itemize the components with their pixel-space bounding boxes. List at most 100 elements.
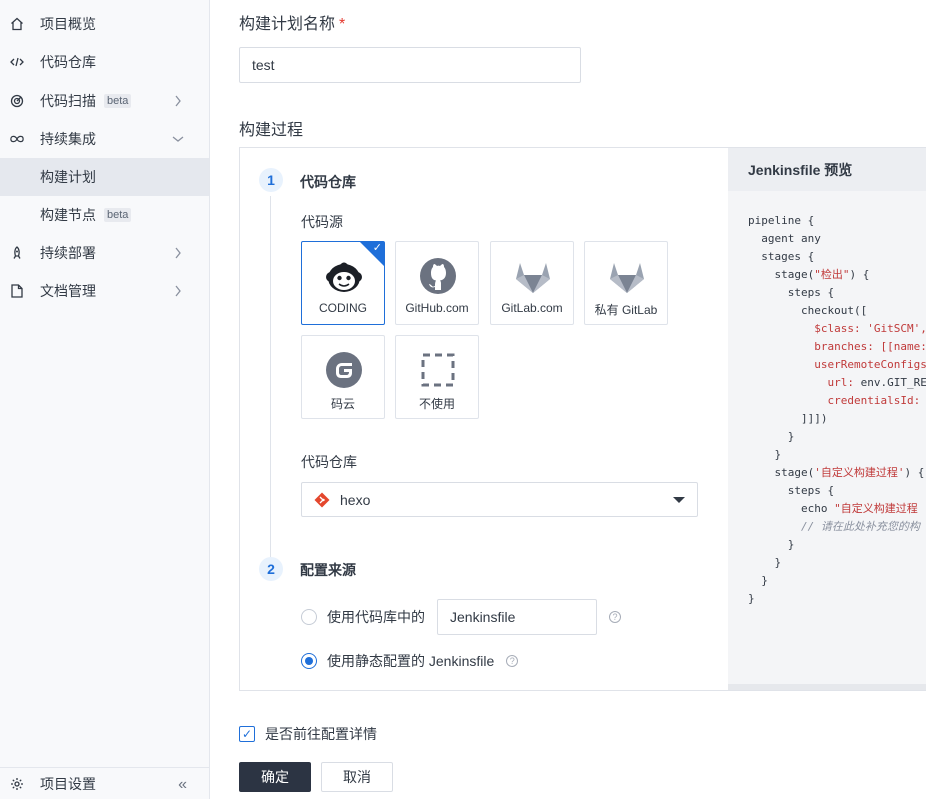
source-card-github[interactable]: GitHub.com (395, 241, 479, 325)
chevron-down-icon (171, 132, 185, 146)
sidebar-item-label: 持续部署 (40, 245, 96, 261)
sidebar-item-ci[interactable]: 持续集成 (0, 120, 209, 158)
sidebar-item-label: 文档管理 (40, 283, 96, 299)
code-line: credentialsId: (827, 394, 921, 407)
rocket-icon (10, 246, 24, 260)
code-line: } (748, 574, 768, 587)
sidebar-item-label: 构建计划 (40, 169, 96, 185)
code-line: steps { (748, 286, 835, 299)
sidebar-item-code-scan[interactable]: 代码扫描 beta (0, 82, 209, 120)
sidebar-item-overview[interactable]: 项目概览 (0, 5, 209, 43)
step-2-number: 2 (259, 557, 283, 581)
code-line: url: env.GIT_RE (827, 376, 926, 389)
sidebar-item-label: 项目设置 (40, 775, 96, 792)
radio-label: 使用代码库中的 (327, 609, 425, 625)
source-card-private-gitlab[interactable]: 私有 GitLab (584, 241, 668, 325)
sidebar-item-label: 构建节点 (40, 207, 96, 223)
code-line: } (748, 556, 782, 569)
source-card-coding[interactable]: CODING ✓ (301, 241, 385, 325)
code-line: checkout([ (748, 304, 868, 317)
code-line: // 请在此处补充您的构 (800, 520, 920, 533)
repo-select[interactable]: hexo (301, 482, 698, 517)
code-source-label: 代码源 (301, 214, 343, 230)
beta-badge: beta (104, 208, 132, 222)
gitee-logo-icon (324, 350, 364, 390)
goto-detail-label: 是否前往配置详情 (265, 726, 377, 742)
code-line: ]]]) (748, 412, 828, 425)
beta-badge: beta (104, 94, 132, 108)
git-icon (314, 492, 330, 508)
repo-label: 代码仓库 (301, 454, 357, 470)
collapse-sidebar-icon[interactable]: « (178, 777, 187, 793)
sidebar-item-docs[interactable]: 文档管理 (0, 272, 209, 310)
source-card-none[interactable]: 不使用 (395, 335, 479, 419)
repo-select-value: hexo (340, 491, 371, 508)
source-name: GitHub.com (405, 301, 469, 315)
sidebar-item-build-plan[interactable]: 构建计划 (0, 158, 209, 196)
radio-static-jenkinsfile[interactable] (301, 653, 317, 669)
confirm-button[interactable]: 确定 (239, 762, 311, 792)
code-line: echo "自定义构建过程 (748, 502, 918, 515)
sidebar-item-build-node[interactable]: 构建节点 beta (0, 196, 209, 234)
help-icon[interactable]: ? (609, 611, 621, 623)
preview-scrollbar[interactable] (728, 684, 926, 690)
sidebar-item-settings[interactable]: 项目设置 « (0, 767, 209, 799)
code-line: } (748, 592, 755, 605)
radio-repo-jenkinsfile[interactable] (301, 609, 317, 625)
preview-code: pipeline { agent any stages { stage("检出"… (748, 212, 926, 608)
github-logo-icon (418, 256, 458, 296)
source-card-gitlab[interactable]: GitLab.com (490, 241, 574, 325)
source-name: 私有 GitLab (594, 303, 658, 317)
source-name: CODING (319, 301, 367, 315)
coding-logo-icon (324, 256, 364, 296)
chevron-right-icon (171, 284, 185, 298)
goto-detail-checkbox[interactable]: ✓ (239, 726, 255, 742)
radio-label: 使用静态配置的 Jenkinsfile (327, 653, 495, 669)
help-icon[interactable]: ? (506, 655, 519, 667)
home-icon (10, 17, 24, 31)
code-line: branches: [[name: (814, 340, 926, 353)
config-option-repo: 使用代码库中的 ? (301, 599, 621, 635)
code-line: } (748, 538, 795, 551)
caret-down-icon (673, 497, 685, 503)
infinity-icon (10, 132, 24, 146)
code-line: $class: 'GitSCM', (814, 322, 926, 335)
code-line: stage('自定义构建过程') { (748, 466, 925, 479)
chevron-right-icon (171, 94, 185, 108)
step-1-number: 1 (259, 168, 283, 192)
source-name: GitLab.com (501, 301, 563, 315)
build-process-label: 构建过程 (239, 122, 304, 139)
check-icon: ✓ (372, 242, 382, 254)
sidebar-item-label: 项目概览 (40, 16, 96, 32)
code-line: steps { (748, 484, 835, 497)
jenkinsfile-preview: Jenkinsfile 预览 pipeline { agent any stag… (728, 148, 926, 690)
dashed-square-icon (418, 350, 458, 390)
code-line: stages { (748, 250, 815, 263)
sidebar-item-code-repo[interactable]: 代码仓库 (0, 43, 209, 81)
source-name: 不使用 (418, 397, 455, 411)
step-connector (270, 196, 271, 558)
preview-title: Jenkinsfile 预览 (728, 148, 926, 191)
code-icon (10, 55, 24, 69)
source-name: 码云 (330, 397, 355, 411)
build-process-panel: 1 代码仓库 代码源 CODING ✓ GitHub.com GitLab.co… (239, 147, 926, 691)
plan-name-label: 构建计划名称 * (239, 10, 345, 34)
step-1-title: 代码仓库 (300, 174, 356, 190)
gitlab-logo-icon (513, 256, 553, 296)
sidebar: 项目概览 代码仓库 代码扫描 beta 持续集成 构建计划 构建节点 beta (0, 0, 210, 799)
required-mark: * (339, 16, 346, 33)
scan-icon (10, 94, 24, 108)
main-content: 构建计划名称* 构建过程 1 代码仓库 代码源 CODING (210, 0, 926, 799)
cancel-button[interactable]: 取消 (321, 762, 393, 792)
code-line: stage("检出") { (748, 268, 870, 281)
gear-icon (10, 777, 24, 791)
jenkinsfile-path-input[interactable] (437, 599, 597, 635)
code-line: } (748, 430, 795, 443)
sidebar-item-label: 持续集成 (40, 131, 96, 147)
code-line: userRemoteConfigs (814, 358, 926, 371)
sidebar-item-label: 代码仓库 (40, 54, 96, 70)
plan-name-input[interactable] (239, 47, 581, 83)
sidebar-item-cd[interactable]: 持续部署 (0, 234, 209, 272)
source-card-gitee[interactable]: 码云 (301, 335, 385, 419)
code-line: } (748, 448, 782, 461)
